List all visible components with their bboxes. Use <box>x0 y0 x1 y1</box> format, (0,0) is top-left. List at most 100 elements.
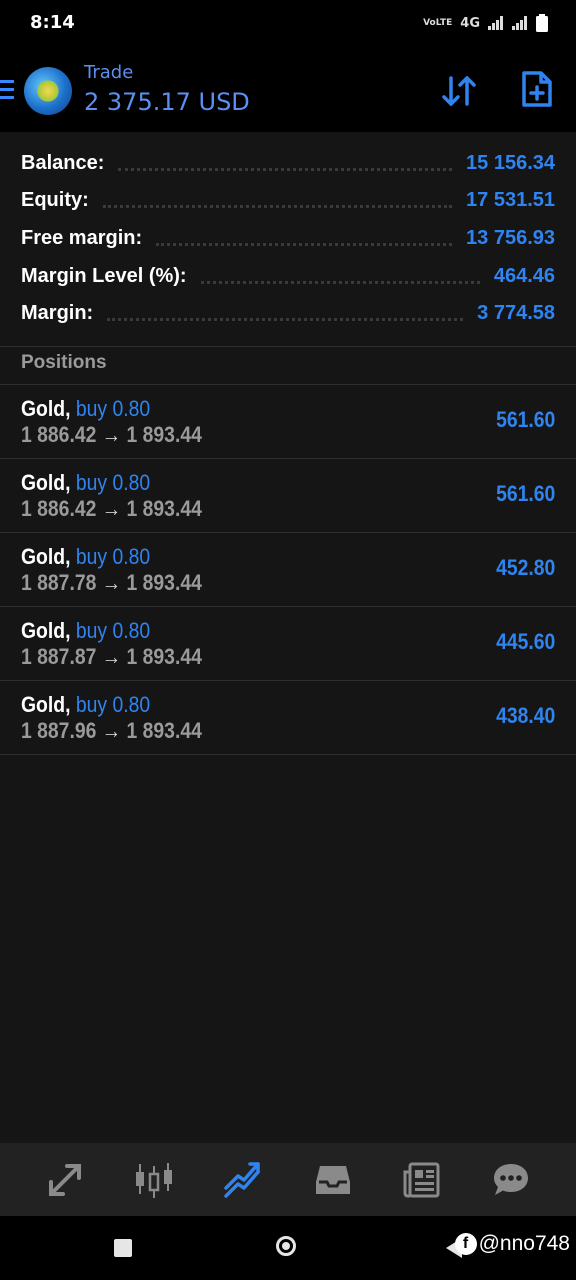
position-profit: 452.80 <box>495 555 555 580</box>
chart-candles-icon <box>135 1162 172 1198</box>
current-price: 1 893.44 <box>126 496 202 521</box>
positions-title: Positions <box>21 352 107 373</box>
position-profit: 445.60 <box>495 629 555 654</box>
network-type: 4G <box>460 15 480 31</box>
menu-icon[interactable] <box>0 80 16 100</box>
summary-value: 3 774.58 <box>477 301 555 324</box>
position-prices: 1 886.42 → 1 893.44 <box>21 422 202 448</box>
status-indicators: VoLTE 4G <box>423 14 548 32</box>
open-price: 1 887.87 <box>21 644 97 669</box>
position-symbol: Gold, <box>21 618 71 643</box>
volte-icon: VoLTE <box>423 17 453 28</box>
position-row[interactable]: Gold, buy 0.80 1 887.96 → 1 893.44 438.4… <box>0 681 576 755</box>
open-price: 1 887.78 <box>21 570 97 595</box>
open-price: 1 887.96 <box>21 718 97 743</box>
nav-news[interactable] <box>397 1155 447 1205</box>
summary-value: 17 531.51 <box>466 188 555 211</box>
bottom-nav <box>0 1143 576 1216</box>
position-prices: 1 886.42 → 1 893.44 <box>21 496 202 522</box>
dotted-leader <box>200 280 480 284</box>
new-order-icon[interactable] <box>520 70 554 108</box>
arrow-right-icon: → <box>101 718 122 743</box>
app-header: Trade 2 375.17 USD <box>0 50 576 132</box>
summary-value: 464.46 <box>493 264 555 287</box>
margin-row: Margin: 3 774.58 <box>21 298 555 328</box>
position-row[interactable]: Gold, buy 0.80 1 887.87 → 1 893.44 445.6… <box>0 607 576 681</box>
news-icon <box>403 1162 440 1197</box>
position-side: buy 0.80 <box>75 470 151 495</box>
watermark-handle: @nno748 <box>478 1232 570 1255</box>
position-symbol: Gold, <box>21 396 71 421</box>
arrow-right-icon: → <box>101 422 122 447</box>
dotted-leader <box>156 242 453 246</box>
position-side: buy 0.80 <box>75 544 151 569</box>
current-price: 1 893.44 <box>126 644 202 669</box>
summary-value: 15 156.34 <box>466 151 555 174</box>
account-summary: Balance: 15 156.34 Equity: 17 531.51 Fre… <box>0 132 576 347</box>
position-prices: 1 887.96 → 1 893.44 <box>21 718 202 744</box>
home-button[interactable] <box>276 1236 296 1256</box>
summary-label: Free margin: <box>21 226 143 249</box>
summary-label: Balance: <box>21 151 105 174</box>
summary-label: Margin: <box>21 301 94 324</box>
position-profit: 561.60 <box>495 407 555 432</box>
arrow-right-icon: → <box>101 644 122 669</box>
position-title: Gold, buy 0.80 <box>21 692 150 718</box>
position-profit: 438.40 <box>495 703 555 728</box>
position-prices: 1 887.87 → 1 893.44 <box>21 644 202 670</box>
status-bar: 8:14 VoLTE 4G <box>0 0 576 50</box>
signal-icon <box>488 16 503 30</box>
dotted-leader <box>118 167 453 171</box>
recent-apps-button[interactable] <box>114 1239 132 1257</box>
nav-quotes[interactable] <box>40 1155 90 1205</box>
status-time: 8:14 <box>30 12 75 33</box>
position-side: buy 0.80 <box>75 396 151 421</box>
dotted-leader <box>102 204 453 208</box>
current-price: 1 893.44 <box>126 422 202 447</box>
current-price: 1 893.44 <box>126 570 202 595</box>
chat-icon <box>494 1163 529 1195</box>
history-inbox-icon <box>315 1165 350 1194</box>
balance-row: Balance: 15 156.34 <box>21 148 555 178</box>
quotes-icon <box>48 1163 81 1196</box>
arrow-right-icon: → <box>101 496 122 521</box>
system-nav-bar: f @nno748 <box>0 1216 576 1280</box>
page-title: Trade <box>84 62 134 83</box>
position-title: Gold, buy 0.80 <box>21 396 150 422</box>
equity-row: Equity: 17 531.51 <box>21 185 555 215</box>
position-symbol: Gold, <box>21 470 71 495</box>
current-price: 1 893.44 <box>126 718 202 743</box>
open-price: 1 886.42 <box>21 496 97 521</box>
nav-chat[interactable] <box>486 1155 536 1205</box>
dotted-leader <box>107 317 464 321</box>
trade-icon <box>224 1161 261 1198</box>
summary-label: Margin Level (%): <box>21 264 187 287</box>
position-side: buy 0.80 <box>75 692 151 717</box>
open-price: 1 886.42 <box>21 422 97 447</box>
sort-icon[interactable] <box>440 72 478 110</box>
arrow-right-icon: → <box>101 570 122 595</box>
position-prices: 1 887.78 → 1 893.44 <box>21 570 202 596</box>
position-side: buy 0.80 <box>75 618 151 643</box>
signal-icon-2 <box>512 16 527 30</box>
summary-label: Equity: <box>21 188 89 211</box>
nav-trade[interactable] <box>218 1155 268 1205</box>
nav-history[interactable] <box>308 1155 358 1205</box>
position-title: Gold, buy 0.80 <box>21 544 150 570</box>
app-logo <box>24 67 72 115</box>
facebook-icon: f <box>454 1233 477 1255</box>
position-symbol: Gold, <box>21 692 71 717</box>
position-title: Gold, buy 0.80 <box>21 470 150 496</box>
positions-list: Gold, buy 0.80 1 886.42 → 1 893.44 561.6… <box>0 385 576 755</box>
battery-icon <box>536 14 548 32</box>
header-balance: 2 375.17 USD <box>84 88 250 116</box>
position-row[interactable]: Gold, buy 0.80 1 886.42 → 1 893.44 561.6… <box>0 459 576 533</box>
position-profit: 561.60 <box>495 481 555 506</box>
nav-chart[interactable] <box>129 1155 179 1205</box>
position-row[interactable]: Gold, buy 0.80 1 887.78 → 1 893.44 452.8… <box>0 533 576 607</box>
watermark: f @nno748 <box>454 1232 570 1256</box>
position-title: Gold, buy 0.80 <box>21 618 150 644</box>
positions-section-header: Positions <box>0 346 576 385</box>
position-row[interactable]: Gold, buy 0.80 1 886.42 → 1 893.44 561.6… <box>0 385 576 459</box>
summary-value: 13 756.93 <box>466 226 555 249</box>
